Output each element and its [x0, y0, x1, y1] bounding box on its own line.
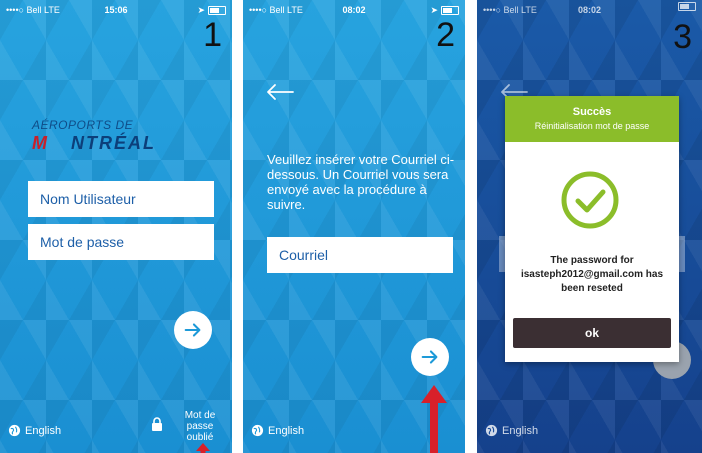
red-pointer-arrow: [421, 385, 447, 453]
globe-icon: [251, 424, 264, 437]
forgot-line-1: Mot de: [184, 410, 216, 421]
instruction-text: Veuillez insérer votre Courriel ci-desso…: [267, 152, 455, 212]
check-circle-icon: [560, 170, 620, 230]
message-line-2: isasteph2012@gmail.com has: [520, 269, 664, 280]
forgot-password-screen: ••••○ Bell LTE 08:02 ➤ 2 Veuillez insére…: [243, 0, 465, 453]
arrow-right-icon: [182, 319, 204, 341]
step-number: 3: [673, 18, 692, 56]
next-button[interactable]: [174, 311, 212, 349]
ok-button[interactable]: ok: [513, 318, 671, 348]
login-screen: ••••○ Bell LTE 15:06 ➤ 1 AÉROPORTS DE M N…: [0, 0, 232, 453]
dialog-title: Succès: [572, 106, 612, 118]
step-number: 1: [203, 16, 222, 54]
reset-success-screen: ••••○ Bell LTE 08:02 3 Succès Réinitiali…: [477, 0, 702, 453]
back-button[interactable]: [265, 82, 295, 102]
clock: 08:02: [577, 5, 602, 15]
logo-letter-m: M: [32, 133, 49, 153]
forgot-password-link[interactable]: Mot de passe oublié: [178, 410, 222, 443]
language-label: English: [25, 424, 62, 437]
airport-logo: AÉROPORTS DE M NTRÉAL: [32, 118, 156, 154]
password-input[interactable]: Mot de passe: [28, 224, 214, 260]
email-input[interactable]: Courriel: [267, 237, 453, 273]
globe-icon: [8, 424, 21, 437]
tutorial-steps: ••••○ Bell LTE 15:06 ➤ 1 AÉROPORTS DE M N…: [0, 0, 702, 453]
globe-icon: [485, 424, 498, 437]
dialog-header: Succès Réinitialisation mot de passe: [505, 96, 679, 142]
lock-icon: [151, 417, 163, 431]
logo-top-text: AÉROPORTS DE: [32, 118, 134, 132]
forgot-line-3: oublié: [186, 432, 214, 443]
message-line-3: been reseted: [561, 283, 623, 294]
status-bar: ••••○ Bell LTE 15:06 ➤: [0, 2, 232, 18]
message-line-1: The password for: [550, 255, 634, 266]
forgot-line-2: passe: [186, 421, 214, 432]
battery-icon: [441, 5, 459, 15]
status-icons: [678, 2, 696, 11]
dialog-subtitle: Réinitialisation mot de passe: [534, 121, 650, 131]
language-toggle[interactable]: English: [251, 424, 304, 437]
language-toggle[interactable]: English: [485, 424, 538, 437]
dialog-message: The password for isasteph2012@gmail.com …: [509, 254, 675, 296]
success-dialog: Succès Réinitialisation mot de passe The…: [505, 96, 679, 362]
arrow-right-icon: [419, 346, 441, 368]
logo-rest-text: NTRÉAL: [71, 133, 156, 153]
language-label: English: [268, 424, 305, 437]
arrow-left-icon: [265, 82, 295, 102]
status-bar: ••••○ Bell LTE 08:02: [477, 2, 702, 18]
username-input[interactable]: Nom Utilisateur: [28, 181, 214, 217]
step-number: 2: [436, 16, 455, 54]
language-toggle[interactable]: English: [8, 424, 61, 437]
language-label: English: [502, 424, 539, 437]
battery-icon: [678, 2, 696, 11]
logo-bottom-text: M NTRÉAL: [32, 133, 156, 154]
next-button[interactable]: [411, 338, 449, 376]
red-pointer-arrow: [196, 443, 210, 453]
status-bar: ••••○ Bell LTE 08:02 ➤: [243, 2, 465, 18]
battery-icon: [208, 5, 226, 15]
